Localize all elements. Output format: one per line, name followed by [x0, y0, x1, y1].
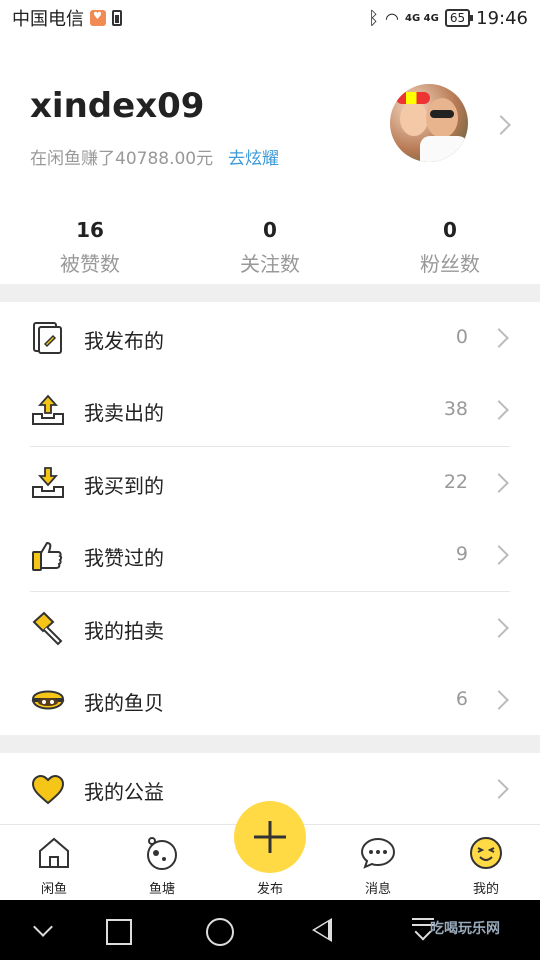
chevron-right-icon: [491, 115, 511, 135]
show-off-link[interactable]: 去炫耀: [228, 144, 279, 169]
menu-item-label: 我的鱼贝: [84, 691, 164, 715]
notification-icon: [90, 10, 106, 26]
tab-me[interactable]: 我的: [432, 825, 540, 900]
battery-icon: 65: [444, 9, 474, 27]
document-edit-icon: [33, 322, 62, 354]
profile-header[interactable]: xindex09 在闲鱼赚了40788.00元 去炫耀: [0, 70, 540, 190]
chevron-down-icon[interactable]: [14, 900, 74, 960]
stat-following[interactable]: 0 关注数: [180, 218, 360, 284]
box-upload-icon: [32, 394, 64, 425]
clock: 19:46: [476, 7, 528, 29]
wifi-icon: ◠: [385, 8, 400, 28]
menu-item-label: 我的拍卖: [84, 619, 164, 643]
shell-icon: [31, 690, 65, 710]
avatar[interactable]: [390, 84, 468, 162]
tab-label: 消息: [364, 882, 391, 897]
bluetooth-icon: ᛒ: [368, 7, 380, 29]
stat-followers[interactable]: 0 粉丝数: [360, 218, 540, 284]
publish-button[interactable]: [234, 801, 306, 873]
section-divider: [0, 284, 540, 302]
tab-label: 发布: [256, 882, 283, 897]
tab-home[interactable]: 闲鱼: [0, 825, 108, 900]
stat-label: 粉丝数: [420, 252, 480, 276]
recents-button[interactable]: [86, 900, 146, 960]
tab-messages[interactable]: 消息: [324, 825, 432, 900]
menu-item-label: 我买到的: [84, 474, 164, 498]
tab-label: 鱼塘: [148, 882, 175, 897]
stats-row: 16 被赞数 0 关注数 0 粉丝数: [0, 218, 540, 284]
stat-value: 0: [263, 218, 277, 242]
home-icon: [39, 837, 69, 868]
stat-value: 0: [443, 218, 457, 242]
pond-icon: [147, 837, 177, 870]
menu-item-auction[interactable]: 我的拍卖: [0, 592, 540, 664]
smiley-icon: [470, 837, 502, 869]
username: xindex09: [30, 86, 205, 126]
menu-item-published[interactable]: 我发布的 0: [0, 302, 540, 374]
watermark: 吃喝玩乐网: [430, 921, 500, 937]
menu-item-label: 我的公益: [84, 780, 164, 804]
back-button[interactable]: [290, 900, 350, 960]
status-left: 中国电信: [12, 5, 122, 31]
box-download-icon: [32, 467, 64, 498]
thumbs-up-icon: [32, 541, 63, 571]
menu-item-sold[interactable]: 我卖出的 38: [0, 374, 540, 446]
sim-icon: [112, 10, 122, 26]
menu-item-count: 6: [455, 688, 468, 710]
tab-label: 我的: [472, 882, 499, 897]
status-right: ᛒ ◠ 4G 4G 65 19:46: [368, 8, 528, 29]
tab-pond[interactable]: 鱼塘: [108, 825, 216, 900]
menu-item-count: 38: [443, 398, 468, 420]
menu-item-label: 我赞过的: [84, 546, 164, 570]
earnings-text: 在闲鱼赚了40788.00元: [30, 149, 214, 169]
menu-item-label: 我卖出的: [84, 401, 164, 425]
home-button[interactable]: [188, 900, 248, 960]
chevron-right-icon: [489, 473, 509, 493]
carrier-name: 中国电信: [12, 9, 84, 30]
menu-group-1: 我发布的 0 我卖出的 38 我买到的 22 我赞过的 9 我的拍卖 我的鱼贝 …: [0, 302, 540, 736]
chevron-right-icon: [489, 400, 509, 420]
chat-icon: [360, 837, 396, 869]
auction-hammer-icon: [32, 611, 63, 646]
section-divider: [0, 735, 540, 753]
menu-item-liked[interactable]: 我赞过的 9: [0, 519, 540, 591]
chevron-right-icon: [489, 779, 509, 799]
stat-value: 16: [76, 218, 104, 242]
chevron-right-icon: [489, 328, 509, 348]
menu-item-bought[interactable]: 我买到的 22: [0, 447, 540, 519]
menu-item-count: 9: [455, 543, 468, 565]
stat-likes[interactable]: 16 被赞数: [0, 218, 180, 284]
stat-label: 被赞数: [60, 252, 120, 276]
status-bar: 中国电信 ᛒ ◠ 4G 4G 65 19:46: [0, 0, 540, 36]
stat-label: 关注数: [240, 252, 300, 276]
menu-item-count: 22: [443, 471, 468, 493]
chevron-right-icon: [489, 618, 509, 638]
menu-item-count: 0: [455, 326, 468, 348]
tab-label: 闲鱼: [40, 882, 67, 897]
menu-item-label: 我发布的: [84, 329, 164, 353]
heart-icon: [31, 774, 65, 805]
signal-icon: 4G 4G: [405, 12, 439, 24]
menu-item-fish-shell[interactable]: 我的鱼贝 6: [0, 664, 540, 736]
chevron-right-icon: [489, 545, 509, 565]
chevron-right-icon: [489, 690, 509, 710]
